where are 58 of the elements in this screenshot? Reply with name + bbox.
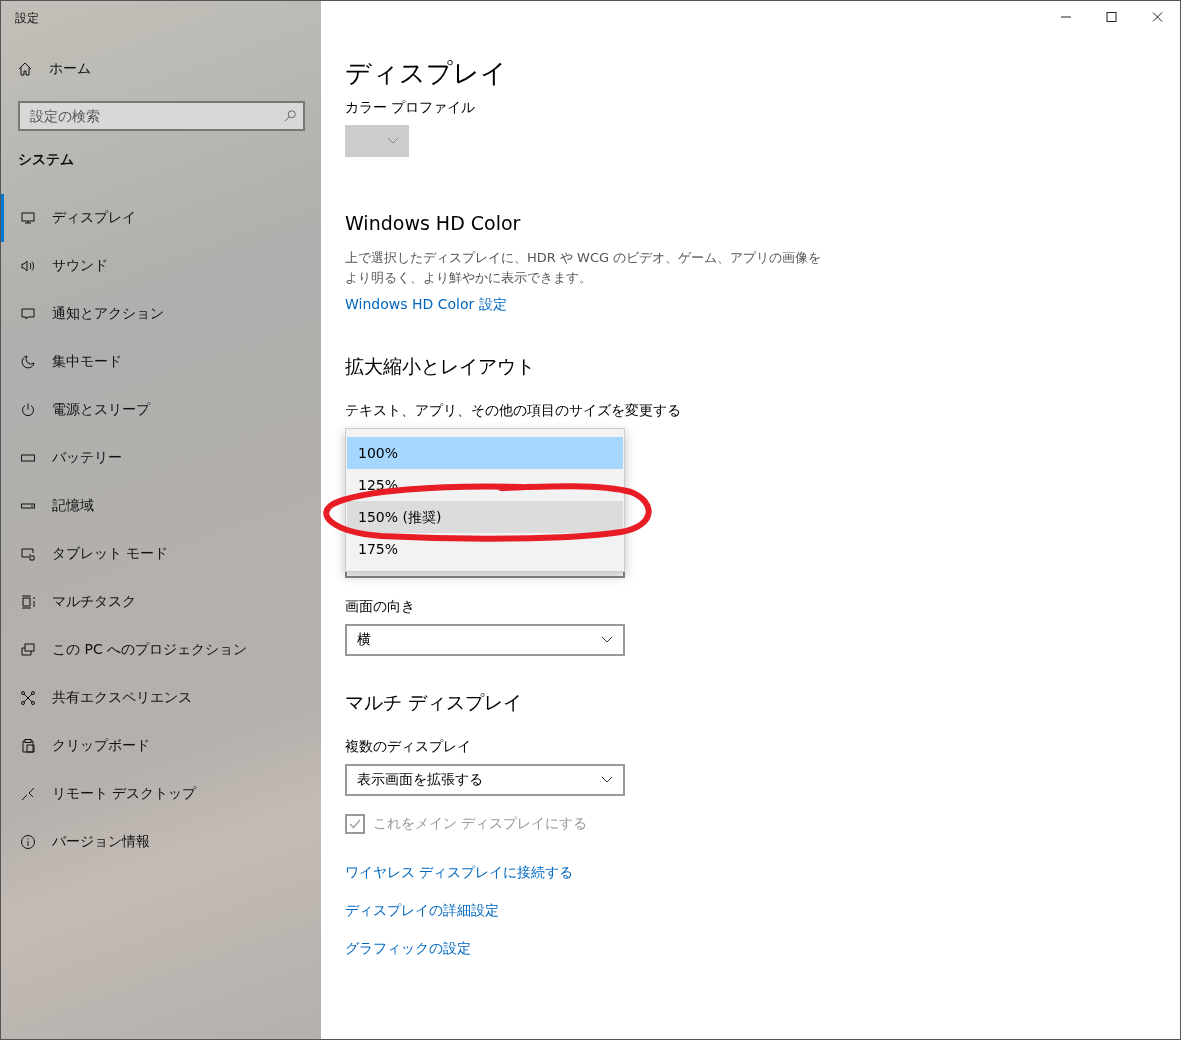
monitor-icon	[20, 210, 36, 226]
sidebar-item[interactable]: バージョン情報	[1, 818, 321, 866]
checkbox-label: これをメイン ディスプレイにする	[373, 815, 588, 833]
share-icon	[20, 690, 36, 706]
field-label: 複数のディスプレイ	[345, 738, 471, 756]
window-title: 設定	[14, 10, 40, 27]
sidebar-item[interactable]: サウンド	[1, 242, 321, 290]
section-heading: Windows HD Color	[345, 212, 521, 234]
settings-link[interactable]: ワイヤレス ディスプレイに接続する	[345, 864, 574, 882]
section-heading: 拡大縮小とレイアウト	[345, 354, 535, 379]
dropdown-option[interactable]: 100%	[347, 437, 623, 469]
sidebar-item[interactable]: 電源とスリープ	[1, 386, 321, 434]
info-icon	[20, 834, 36, 850]
field-label: 画面の向き	[345, 598, 415, 616]
sidebar-item[interactable]: この PC へのプロジェクション	[1, 626, 321, 674]
dropdown-option[interactable]: 175%	[347, 533, 623, 565]
chevron-icon	[601, 776, 613, 784]
sidebar-item[interactable]: 通知とアクション	[1, 290, 321, 338]
tablet-icon	[20, 546, 36, 562]
description-text: 上で選択したディスプレイに、HDR や WCG のビデオ、ゲーム、アプリの画像を	[345, 249, 822, 267]
projection-icon	[20, 642, 36, 658]
sidebar-item[interactable]: タブレット モード	[1, 530, 321, 578]
home-label: ホーム	[49, 60, 91, 78]
moon-icon	[20, 354, 36, 370]
dropdown-option[interactable]: 150% (推奨)	[347, 501, 623, 533]
dropdown-option[interactable]: 125%	[347, 469, 623, 501]
close-icon	[1150, 11, 1164, 23]
hd-color-settings-link[interactable]: Windows HD Color 設定	[345, 296, 507, 314]
home-icon	[17, 61, 33, 77]
sidebar-item[interactable]: 集中モード	[1, 338, 321, 386]
sidebar-item[interactable]: バッテリー	[1, 434, 321, 482]
search-icon	[283, 109, 297, 123]
field-label: カラー プロファイル	[345, 99, 476, 117]
sidebar-item[interactable]: マルチタスク	[1, 578, 321, 626]
home-nav-item[interactable]: ホーム	[1, 55, 321, 83]
speaker-icon	[20, 258, 36, 274]
chevron-icon	[387, 137, 399, 145]
multiple-displays-dropdown[interactable]: 表示画面を拡張する	[345, 764, 625, 796]
sidebar-item[interactable]: 記憶域	[1, 482, 321, 530]
power-icon	[20, 402, 36, 418]
description-text: より明るく、より鮮やかに表示できます。	[345, 269, 593, 287]
sidebar-item[interactable]: クリップボード	[1, 722, 321, 770]
multitask-icon	[20, 594, 36, 610]
maximize-icon	[1104, 11, 1118, 23]
page-title: ディスプレイ	[345, 57, 507, 90]
orientation-dropdown[interactable]: 横	[345, 624, 625, 656]
sidebar-item[interactable]: 共有エクスペリエンス	[1, 674, 321, 722]
clipboard-icon	[20, 738, 36, 754]
field-label: テキスト、アプリ、その他の項目のサイズを変更する	[345, 402, 681, 420]
search-field[interactable]: 設定の検索	[18, 101, 305, 131]
sidebar-item[interactable]: リモート デスクトップ	[1, 770, 321, 818]
section-heading: マルチ ディスプレイ	[345, 690, 523, 715]
chevron-icon	[601, 636, 613, 644]
settings-link[interactable]: グラフィックの設定	[345, 940, 471, 958]
section-heading: システム	[17, 150, 75, 169]
settings-link[interactable]: ディスプレイの詳細設定	[345, 902, 499, 920]
message-icon	[20, 306, 36, 322]
remote-icon	[20, 786, 36, 802]
